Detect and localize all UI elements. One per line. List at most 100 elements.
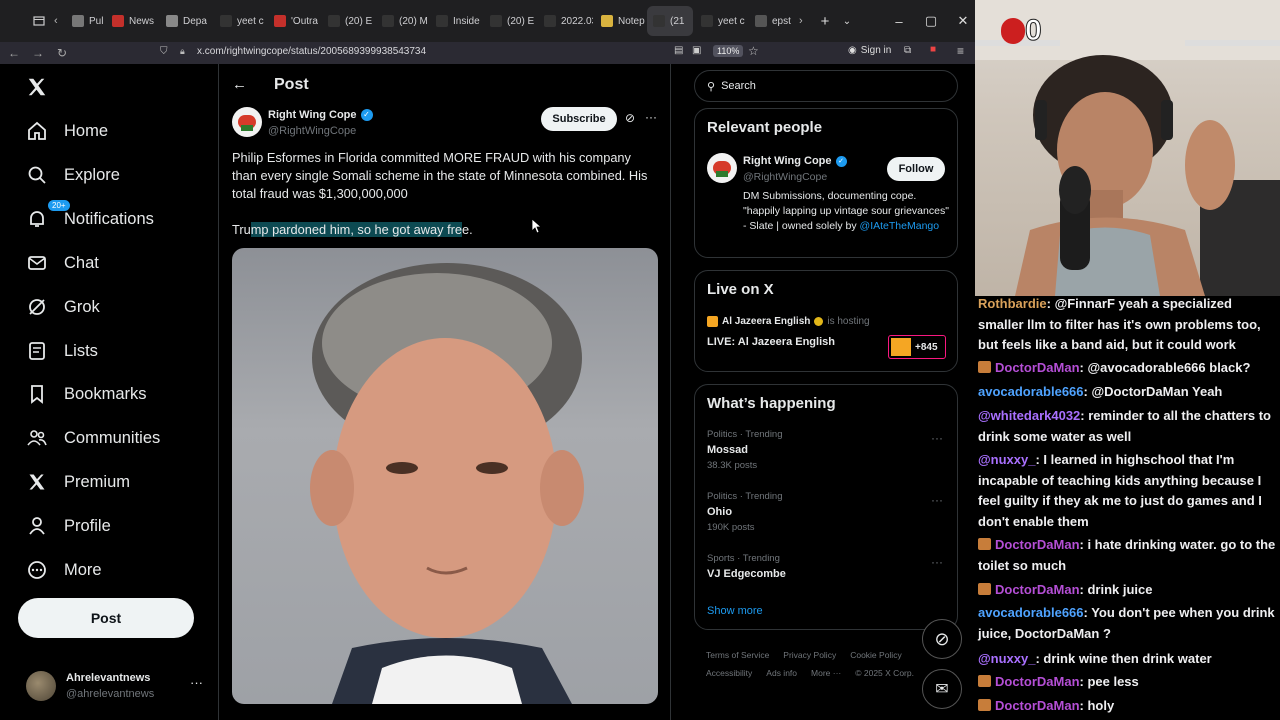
page-title: Post <box>274 76 309 93</box>
nav-item-bookmarks[interactable]: Bookmarks <box>26 381 147 407</box>
chat-username[interactable]: DoctorDaMan <box>995 537 1080 552</box>
live-listeners-badge[interactable]: +845 <box>888 335 946 359</box>
chat-username[interactable]: avocadorable666 <box>978 605 1084 620</box>
text-segment: e. <box>462 222 473 237</box>
live-host[interactable]: Al Jazeera English is hosting <box>707 316 870 327</box>
x-logo-icon[interactable] <box>26 76 50 100</box>
subscribe-button[interactable]: Subscribe <box>541 107 617 131</box>
chat-username[interactable]: avocadorable666 <box>978 384 1084 399</box>
extensions-icon[interactable]: ⧉ <box>904 45 911 56</box>
browser-tab[interactable]: yeet c <box>695 6 747 36</box>
browser-tab[interactable]: News <box>106 6 158 36</box>
browser-tab[interactable]: Inside <box>430 6 482 36</box>
nav-item-premium[interactable]: Premium <box>26 469 130 495</box>
chat-message: @nuxxy_: I learned in highschool that I'… <box>978 450 1278 532</box>
browser-tab[interactable]: yeet c <box>214 6 266 36</box>
nav-item-grok[interactable]: Grok <box>26 294 100 320</box>
search-input[interactable]: Search <box>721 80 756 92</box>
sign-in-button[interactable]: ◉ Sign in <box>848 45 891 56</box>
browser-tab[interactable]: (20) M <box>376 6 428 36</box>
browser-tab[interactable]: (20) E <box>484 6 536 36</box>
browser-tab[interactable]: (20) E <box>322 6 374 36</box>
nav-item-notifications[interactable]: 20+ Notifications <box>26 200 154 232</box>
tabs-scroll-right-icon[interactable]: › <box>799 15 813 27</box>
picture-icon[interactable]: ▣ <box>692 45 701 56</box>
nav-item-more[interactable]: More <box>26 557 102 583</box>
minimize-button[interactable]: – <box>883 0 915 42</box>
tab-label: 'Outra <box>291 15 318 27</box>
person-name[interactable]: Right Wing Cope ✓ <box>743 155 847 167</box>
footer-link[interactable]: Privacy Policy <box>783 646 836 664</box>
author-handle[interactable]: @RightWingCope <box>268 125 356 137</box>
chat-username[interactable]: DoctorDaMan <box>995 360 1080 375</box>
live-title[interactable]: LIVE: Al Jazeera English <box>707 336 835 348</box>
show-more-link[interactable]: Show more <box>707 605 763 617</box>
chat-username[interactable]: Rothbardie <box>978 296 1047 311</box>
tab-list-dropdown-icon[interactable]: ⌄ <box>837 16 857 27</box>
nav-item-explore[interactable]: Explore <box>26 162 120 188</box>
trend-more-icon[interactable]: ··· <box>931 493 943 507</box>
nav-item-home[interactable]: Home <box>26 118 108 144</box>
more-dots-icon[interactable]: ··· <box>645 110 657 124</box>
footer-link[interactable]: More ··· <box>811 664 841 682</box>
browser-tab[interactable]: 2022.03.1 <box>538 6 593 36</box>
zoom-level[interactable]: 110% <box>713 45 744 57</box>
bio-mention-link[interactable]: @IAteTheMango <box>860 220 940 232</box>
footer-link[interactable]: Ads info <box>766 664 797 682</box>
bookmark-star-icon[interactable]: ☆ <box>748 44 759 58</box>
more-dots-icon[interactable]: ··· <box>190 675 203 690</box>
chat-message: DoctorDaMan: i hate drinking water. go t… <box>978 535 1278 576</box>
account-switcher[interactable]: Ahrelevantnews @ahrelevantnews ··· <box>26 669 212 703</box>
browser-tab[interactable]: (21✕ <box>647 6 693 36</box>
author-avatar[interactable] <box>232 107 262 137</box>
chat-username[interactable]: @nuxxy_ <box>978 452 1035 467</box>
search-box[interactable]: ⚲ Search <box>694 70 958 102</box>
maximize-button[interactable]: ▢ <box>915 0 947 42</box>
reader-view-icon[interactable]: ▤ <box>674 45 683 56</box>
trend-item[interactable]: Politics · Trending Mossad 38.3K posts <box>707 429 783 471</box>
reload-icon[interactable]: ↻ <box>50 46 74 60</box>
follow-button[interactable]: Follow <box>887 157 945 181</box>
chat-username[interactable]: @nuxxy_ <box>978 651 1035 666</box>
chat-username[interactable]: DoctorDaMan <box>995 698 1080 713</box>
extension-badge-icon[interactable]: ■ <box>930 44 936 55</box>
browser-tab[interactable]: Depa <box>160 6 212 36</box>
tabs-scroll-left-icon[interactable]: ‹ <box>54 15 66 27</box>
chat-username[interactable]: DoctorDaMan <box>995 582 1080 597</box>
forward-icon[interactable]: → <box>26 46 50 60</box>
person-handle[interactable]: @RightWingCope <box>743 171 827 183</box>
browser-tab[interactable]: Notep <box>595 6 645 36</box>
footer-link[interactable]: © 2025 X Corp. <box>855 664 914 682</box>
back-icon[interactable]: ← <box>2 46 26 60</box>
tab-list-icon[interactable] <box>24 6 54 36</box>
nav-item-communities[interactable]: Communities <box>26 425 160 451</box>
footer-link[interactable]: Accessibility <box>706 664 752 682</box>
browser-tab[interactable]: 'Outra <box>268 6 320 36</box>
trend-more-icon[interactable]: ··· <box>931 555 943 569</box>
browser-tab[interactable]: Pul <box>66 6 104 36</box>
nav-item-lists[interactable]: Lists <box>26 338 98 364</box>
trend-item[interactable]: Sports · Trending VJ Edgecombe <box>707 553 786 584</box>
trend-more-icon[interactable]: ··· <box>931 431 943 445</box>
post-button[interactable]: Post <box>18 598 194 638</box>
grok-icon[interactable]: ⊘ <box>625 111 635 125</box>
back-arrow-icon[interactable]: ← <box>232 76 247 93</box>
menu-icon[interactable]: ≡ <box>957 44 964 58</box>
chat-username[interactable]: @whitedark4032 <box>978 408 1080 423</box>
shield-icon[interactable]: ⛉ <box>160 46 168 57</box>
trend-item[interactable]: Politics · Trending Ohio 190K posts <box>707 491 783 533</box>
new-tab-button[interactable]: + <box>813 13 837 30</box>
post-photo[interactable] <box>232 248 658 704</box>
messages-float-button[interactable]: ✉ <box>922 669 962 709</box>
chat-username[interactable]: DoctorDaMan <box>995 674 1080 689</box>
nav-item-chat[interactable]: Chat <box>26 250 99 276</box>
nav-item-profile[interactable]: Profile <box>26 513 111 539</box>
person-avatar[interactable] <box>707 153 737 183</box>
browser-tab[interactable]: epst <box>749 6 795 36</box>
url-field[interactable]: x.com/rightwingcope/status/2005689399938… <box>197 46 426 57</box>
footer-link[interactable]: Cookie Policy <box>850 646 902 664</box>
grok-float-button[interactable]: ⊘ <box>922 619 962 659</box>
person-name-label: Right Wing Cope <box>743 155 832 167</box>
footer-link[interactable]: Terms of Service <box>706 646 769 664</box>
author-name[interactable]: Right Wing Cope ✓ <box>268 109 373 121</box>
